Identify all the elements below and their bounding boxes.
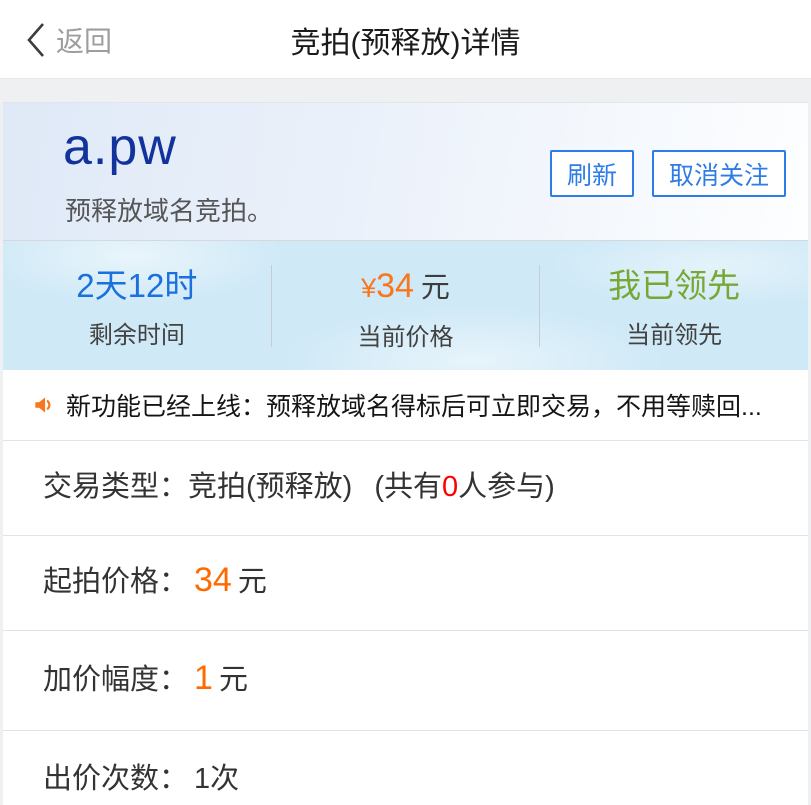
speaker-icon <box>31 392 57 418</box>
leader-label: 当前领先 <box>540 315 808 350</box>
page-title: 竞拍(预释放)详情 <box>0 0 811 79</box>
bid-count-value: 1次 <box>194 763 239 795</box>
stat-current-price: ¥34元 当前价格 <box>272 241 540 370</box>
trade-type-value: 竞拍(预释放) <box>188 471 352 503</box>
notice-text: 新功能已经上线：预释放域名得标后可立即交易，不用等赎回... <box>66 387 762 423</box>
unfollow-button[interactable]: 取消关注 <box>652 150 786 197</box>
card-buttons: 刷新 取消关注 <box>532 150 786 197</box>
current-price-value: ¥34元 <box>272 266 540 308</box>
increment-label: 加价幅度： <box>43 664 188 696</box>
leader-value: 我已领先 <box>540 266 808 306</box>
notice-bar[interactable]: 新功能已经上线：预释放域名得标后可立即交易，不用等赎回... <box>3 370 808 441</box>
row-trade-type: 交易类型：竞拍(预释放) (共有0人参与) <box>3 441 808 536</box>
domain-card: a.pw 预释放域名竞拍。 刷新 取消关注 <box>3 102 808 240</box>
domain-subtitle: 预释放域名竞拍。 <box>65 191 273 228</box>
refresh-button[interactable]: 刷新 <box>550 150 634 197</box>
participants-group: (共有0人参与) <box>374 471 554 503</box>
start-price-label: 起拍价格： <box>43 566 188 598</box>
detail-list: 交易类型：竞拍(预释放)(共有0人参与) 起拍价格：34元 加价幅度：1元 出价… <box>3 441 808 805</box>
row-increment: 加价幅度：1元 <box>3 631 808 731</box>
row-bid-count: 出价次数：1次 <box>3 731 808 805</box>
remaining-time-value: 2天12时 <box>3 266 271 306</box>
bid-count-label: 出价次数： <box>43 763 188 795</box>
header-gap <box>0 79 811 102</box>
remaining-time-label: 剩余时间 <box>3 315 271 350</box>
domain-name: a.pw <box>63 117 177 177</box>
increment-unit: 元 <box>219 664 248 696</box>
stat-remaining-time: 2天12时 剩余时间 <box>3 241 271 370</box>
row-start-price: 起拍价格：34元 <box>3 536 808 631</box>
participant-count: 0 <box>442 471 458 503</box>
currency-symbol: ¥ <box>361 273 376 303</box>
stat-leader: 我已领先 当前领先 <box>540 241 808 370</box>
start-price-amount: 34 <box>194 561 232 599</box>
trade-type-label: 交易类型： <box>43 471 188 503</box>
auction-stats: 2天12时 剩余时间 ¥34元 当前价格 我已领先 当前领先 <box>3 240 808 370</box>
header: 返回 竞拍(预释放)详情 <box>0 0 811 79</box>
increment-amount: 1 <box>194 659 213 697</box>
current-price-label: 当前价格 <box>272 317 540 352</box>
start-price-unit: 元 <box>238 566 267 598</box>
